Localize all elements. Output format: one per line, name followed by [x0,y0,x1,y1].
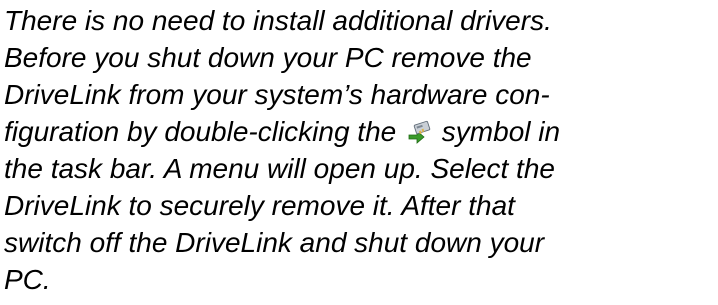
text-line-1: There is no need to install additional d… [4,5,552,36]
instruction-paragraph: There is no need to install additional d… [4,2,714,298]
text-line-5: the task bar. A menu will open up. Selec… [4,153,555,184]
text-line-3: DriveLink from your system’s hardware co… [4,79,550,110]
text-line-8: PC. [4,264,51,295]
text-line-7: switch off the DriveLink and shut down y… [4,227,545,258]
text-line-2: Before you shut down your PC remove the [4,42,532,73]
text-line-4-end: symbol in [441,116,561,147]
text-line-4: figuration by double-clicking the symbol… [4,113,714,150]
safely-remove-hardware-icon [406,119,432,145]
text-line-6: DriveLink to securely remove it. After t… [4,190,515,221]
text-line-4-start: figuration by double-clicking the [4,116,397,147]
